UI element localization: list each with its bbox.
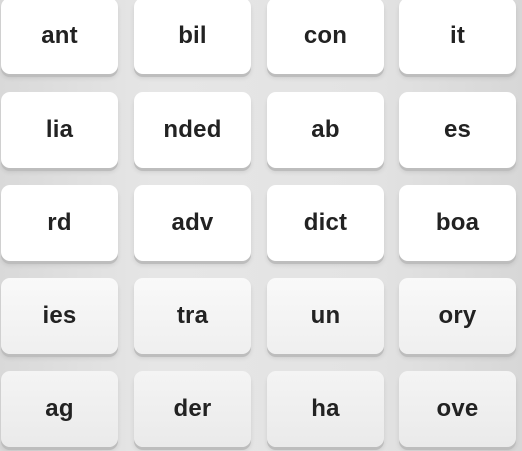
- tile-r3-c4[interactable]: boa: [399, 185, 516, 261]
- tile-r5-c2[interactable]: der: [134, 371, 251, 447]
- tile-r2-c3[interactable]: ab: [267, 92, 384, 168]
- tile-r3-c3[interactable]: dict: [267, 185, 384, 261]
- tile-r2-c2[interactable]: nded: [134, 92, 251, 168]
- tile-r2-c1[interactable]: lia: [1, 92, 118, 168]
- tile-r4-c2[interactable]: tra: [134, 278, 251, 354]
- tile-r5-c1[interactable]: ag: [1, 371, 118, 447]
- tile-r1-c3[interactable]: con: [267, 0, 384, 74]
- tile-r4-c4[interactable]: ory: [399, 278, 516, 354]
- tile-r2-c4[interactable]: es: [399, 92, 516, 168]
- tile-r4-c3[interactable]: un: [267, 278, 384, 354]
- tile-r4-c1[interactable]: ies: [1, 278, 118, 354]
- word-fragment-grid: ant bil con it lia nded ab es rd adv dic…: [0, 0, 522, 451]
- tile-r1-c2[interactable]: bil: [134, 0, 251, 74]
- tile-r5-c4[interactable]: ove: [399, 371, 516, 447]
- tile-r5-c3[interactable]: ha: [267, 371, 384, 447]
- tile-r1-c4[interactable]: it: [399, 0, 516, 74]
- tile-r3-c1[interactable]: rd: [1, 185, 118, 261]
- tile-r1-c1[interactable]: ant: [1, 0, 118, 74]
- tile-r3-c2[interactable]: adv: [134, 185, 251, 261]
